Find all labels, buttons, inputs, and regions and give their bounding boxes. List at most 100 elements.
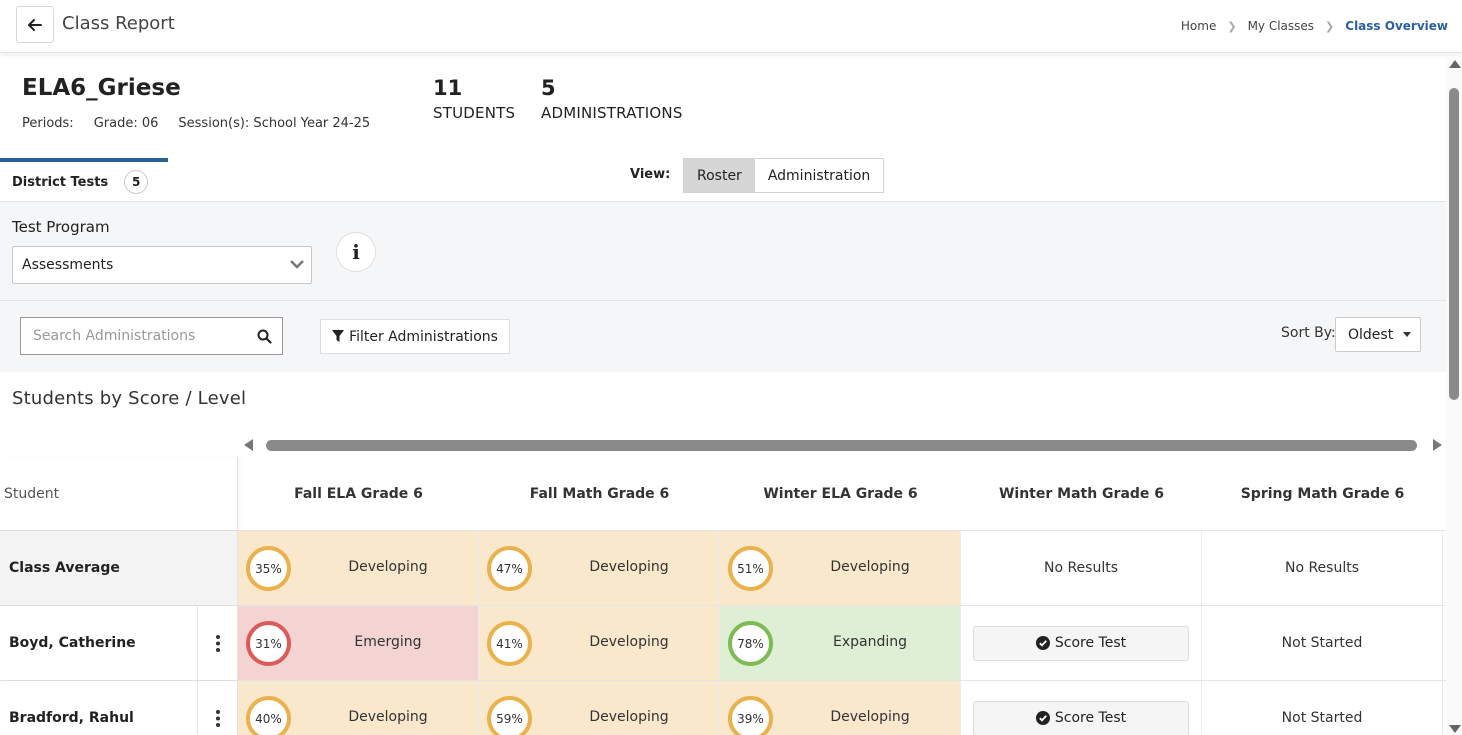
administrations-stat: 5 ADMINISTRATIONS xyxy=(541,76,683,122)
student-cell: Bradford, Rahul xyxy=(0,681,238,735)
score-ring: 31% xyxy=(246,621,291,666)
arrow-left-icon xyxy=(28,18,42,31)
scroll-right-arrow[interactable] xyxy=(1433,439,1442,451)
score-cell[interactable]: 78% Expanding xyxy=(720,606,961,680)
administrations-count: 5 xyxy=(541,76,556,100)
search-input[interactable] xyxy=(21,318,241,354)
breadcrumb-home[interactable]: Home xyxy=(1181,19,1216,33)
filter-button-label: Filter Administrations xyxy=(349,328,498,345)
status-cell: Not Started xyxy=(1202,681,1443,735)
student-name: Class Average xyxy=(0,531,238,605)
view-roster-button[interactable]: Roster xyxy=(684,159,755,192)
column-header: Spring Math Grade 6 xyxy=(1240,485,1405,502)
info-icon[interactable]: i xyxy=(336,232,376,272)
score-cell[interactable]: 39% Developing xyxy=(720,681,961,735)
section-title: Students by Score / Level xyxy=(12,388,247,409)
caret-down-icon xyxy=(1403,332,1412,337)
sort-by-select[interactable]: Oldest xyxy=(1335,317,1421,352)
page-title: Class Report xyxy=(62,13,175,34)
score-test-label: Score Test xyxy=(1054,710,1127,726)
table-row: Bradford, Rahul 40% Developing 59% Devel… xyxy=(0,681,1446,735)
column-header: Fall ELA Grade 6 xyxy=(294,485,423,502)
tab-count-badge: 5 xyxy=(124,170,149,194)
student-column-header: Student xyxy=(0,457,238,530)
horizontal-scrollbar[interactable] xyxy=(240,435,1446,455)
scroll-up-arrow[interactable] xyxy=(1449,60,1461,68)
filter-administrations-button[interactable]: Filter Administrations xyxy=(320,319,510,354)
breadcrumb: Home ❯ My Classes ❯ Class Overview xyxy=(1181,19,1448,33)
students-label: STUDENTS xyxy=(433,104,516,122)
level-label: Expanding xyxy=(832,634,907,650)
score-test-button[interactable]: Score Test xyxy=(973,625,1189,661)
no-results-cell: No Results xyxy=(1202,531,1443,605)
horizontal-scrollbar-thumb[interactable] xyxy=(266,440,1417,451)
level-label: Developing xyxy=(830,559,910,575)
students-count: 11 xyxy=(433,76,463,100)
level-label: Developing xyxy=(589,634,669,650)
level-label: Developing xyxy=(589,709,669,725)
no-results-cell: No Results xyxy=(961,531,1202,605)
table-row: Class Average 35% Developing 47% Develop… xyxy=(0,531,1446,606)
level-label: Developing xyxy=(348,559,428,575)
vertical-scrollbar[interactable] xyxy=(1446,56,1462,735)
scroll-left-arrow[interactable] xyxy=(244,439,253,451)
filter-icon xyxy=(332,330,345,342)
score-cell[interactable]: 40% Developing xyxy=(238,681,479,735)
view-administration-button[interactable]: Administration xyxy=(754,159,884,192)
administrations-label: ADMINISTRATIONS xyxy=(541,104,683,122)
test-program-value: Assessments xyxy=(22,257,114,273)
view-label: View: xyxy=(630,167,671,182)
level-label: Emerging xyxy=(354,634,422,650)
class-meta: Periods: Grade: 06 Session(s): School Ye… xyxy=(22,116,370,131)
grade-label: Grade: 06 xyxy=(93,116,159,131)
score-test-button[interactable]: Score Test xyxy=(973,700,1189,735)
score-ring: 78% xyxy=(728,621,773,666)
score-cell[interactable]: 35% Developing xyxy=(238,531,479,605)
level-label: Developing xyxy=(348,709,428,725)
level-label: Developing xyxy=(830,709,910,725)
students-stat: 11 STUDENTS xyxy=(433,76,515,122)
panel-divider xyxy=(0,300,1446,301)
check-circle-icon xyxy=(1035,711,1050,725)
score-cell[interactable]: 51% Developing xyxy=(720,531,961,605)
kebab-icon[interactable] xyxy=(197,681,238,735)
search-administrations xyxy=(20,317,283,355)
chevron-down-icon xyxy=(290,260,304,269)
periods-label: Periods: xyxy=(22,116,74,131)
tab-district-tests-label: District Tests xyxy=(12,174,109,190)
level-label: Developing xyxy=(589,559,669,575)
score-cell[interactable]: 59% Developing xyxy=(479,681,720,735)
column-header: Fall Math Grade 6 xyxy=(529,485,670,502)
score-test-cell: Score Test xyxy=(961,681,1202,735)
breadcrumb-class-overview[interactable]: Class Overview xyxy=(1345,19,1448,33)
table-row: Boyd, Catherine 31% Emerging 41% Develop… xyxy=(0,606,1446,681)
tab-district-tests[interactable]: District Tests 5 xyxy=(0,158,168,202)
score-cell[interactable]: 31% Emerging xyxy=(238,606,479,680)
chevron-right-icon: ❯ xyxy=(1325,19,1335,33)
score-ring: 39% xyxy=(728,696,773,735)
chevron-right-icon: ❯ xyxy=(1227,19,1237,33)
kebab-icon[interactable] xyxy=(197,606,238,680)
test-program-select[interactable]: Assessments xyxy=(12,246,312,284)
search-icon[interactable] xyxy=(257,329,272,344)
top-bar: Class Report Home ❯ My Classes ❯ Class O… xyxy=(0,0,1462,53)
student-name[interactable]: Boyd, Catherine xyxy=(9,635,136,651)
score-table: Student Fall ELA Grade 6 Fall Math Grade… xyxy=(0,457,1446,735)
score-ring: 35% xyxy=(246,546,291,591)
column-header: Winter ELA Grade 6 xyxy=(763,485,918,502)
score-cell[interactable]: 47% Developing xyxy=(479,531,720,605)
view-toggle: Roster Administration xyxy=(683,158,885,193)
scroll-down-arrow[interactable] xyxy=(1449,725,1461,733)
score-cell[interactable]: 41% Developing xyxy=(479,606,720,680)
score-ring: 47% xyxy=(487,546,532,591)
breadcrumb-my-classes[interactable]: My Classes xyxy=(1248,19,1314,33)
check-circle-icon xyxy=(1035,636,1050,650)
score-ring: 59% xyxy=(487,696,532,735)
score-ring: 40% xyxy=(246,696,291,735)
student-name[interactable]: Bradford, Rahul xyxy=(9,710,134,726)
back-button[interactable] xyxy=(16,6,54,43)
status-cell: Not Started xyxy=(1202,606,1443,680)
scrollbar-thumb[interactable] xyxy=(1449,88,1459,400)
student-cell: Boyd, Catherine xyxy=(0,606,238,680)
table-header-row: Student Fall ELA Grade 6 Fall Math Grade… xyxy=(0,457,1446,531)
